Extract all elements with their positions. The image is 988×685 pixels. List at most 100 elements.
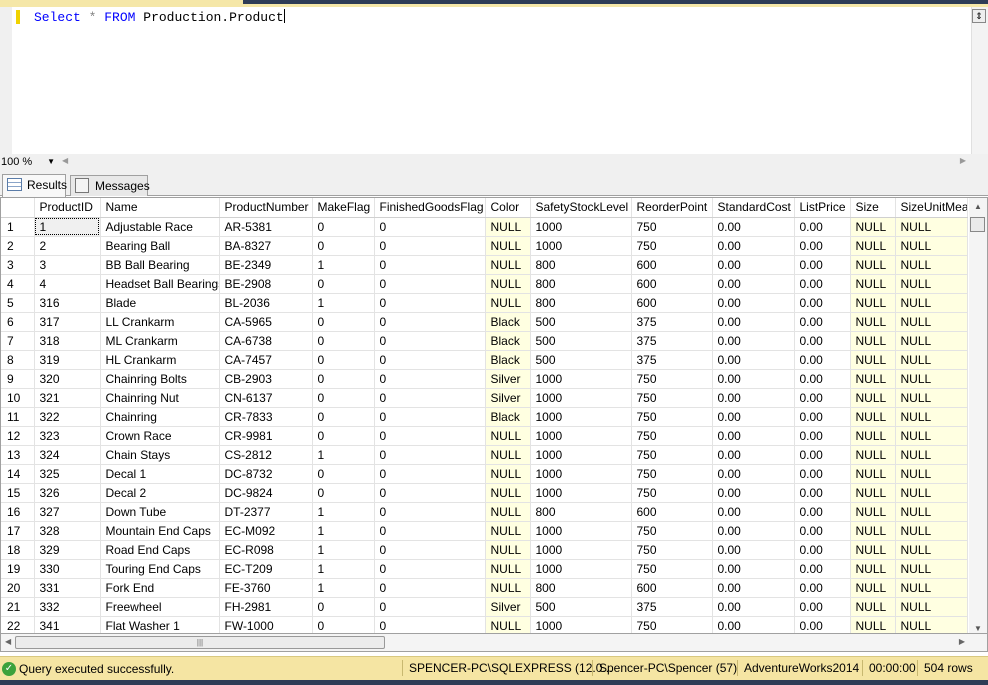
- cell-finishedgoodsflag[interactable]: 0: [374, 540, 486, 560]
- cell-finishedgoodsflag[interactable]: 0: [374, 578, 486, 598]
- cell-finishedgoodsflag[interactable]: 0: [374, 616, 486, 633]
- cell-name[interactable]: Bearing Ball: [100, 236, 220, 256]
- column-header[interactable]: SizeUnitMeasu: [895, 198, 968, 218]
- cell-productid[interactable]: 328: [34, 521, 101, 541]
- cell-color[interactable]: Black: [485, 350, 531, 370]
- column-header[interactable]: ProductNumber: [219, 198, 313, 218]
- cell-safetystocklevel[interactable]: 1000: [530, 540, 632, 560]
- cell-finishedgoodsflag[interactable]: 0: [374, 350, 486, 370]
- cell-sizeunitmeasu[interactable]: NULL: [895, 369, 968, 389]
- cell-productid[interactable]: 3: [34, 255, 101, 275]
- cell-productnumber[interactable]: EC-M092: [219, 521, 313, 541]
- row-number[interactable]: 21: [1, 597, 35, 617]
- cell-productid[interactable]: 320: [34, 369, 101, 389]
- row-number[interactable]: 3: [1, 255, 35, 275]
- cell-productid[interactable]: 319: [34, 350, 101, 370]
- cell-makeflag[interactable]: 0: [312, 350, 375, 370]
- cell-safetystocklevel[interactable]: 1000: [530, 445, 632, 465]
- cell-size[interactable]: NULL: [850, 426, 896, 446]
- cell-reorderpoint[interactable]: 750: [631, 426, 713, 446]
- cell-productid[interactable]: 323: [34, 426, 101, 446]
- cell-size[interactable]: NULL: [850, 255, 896, 275]
- cell-safetystocklevel[interactable]: 1000: [530, 483, 632, 503]
- row-number[interactable]: 13: [1, 445, 35, 465]
- cell-standardcost[interactable]: 0.00: [712, 350, 795, 370]
- cell-standardcost[interactable]: 0.00: [712, 388, 795, 408]
- cell-safetystocklevel[interactable]: 1000: [530, 559, 632, 579]
- cell-productnumber[interactable]: DC-9824: [219, 483, 313, 503]
- cell-safetystocklevel[interactable]: 1000: [530, 426, 632, 446]
- cell-productnumber[interactable]: EC-R098: [219, 540, 313, 560]
- cell-size[interactable]: NULL: [850, 483, 896, 503]
- cell-color[interactable]: NULL: [485, 616, 531, 633]
- cell-color[interactable]: NULL: [485, 540, 531, 560]
- cell-listprice[interactable]: 0.00: [794, 502, 851, 522]
- scroll-left-icon[interactable]: ◀: [5, 637, 11, 646]
- cell-standardcost[interactable]: 0.00: [712, 236, 795, 256]
- cell-size[interactable]: NULL: [850, 597, 896, 617]
- cell-name[interactable]: BB Ball Bearing: [100, 255, 220, 275]
- row-number[interactable]: 18: [1, 540, 35, 560]
- cell-productnumber[interactable]: EC-T209: [219, 559, 313, 579]
- cell-reorderpoint[interactable]: 750: [631, 483, 713, 503]
- cell-size[interactable]: NULL: [850, 293, 896, 313]
- cell-makeflag[interactable]: 0: [312, 407, 375, 427]
- cell-makeflag[interactable]: 0: [312, 331, 375, 351]
- cell-listprice[interactable]: 0.00: [794, 597, 851, 617]
- cell-safetystocklevel[interactable]: 1000: [530, 217, 632, 237]
- cell-name[interactable]: HL Crankarm: [100, 350, 220, 370]
- cell-finishedgoodsflag[interactable]: 0: [374, 293, 486, 313]
- cell-reorderpoint[interactable]: 600: [631, 255, 713, 275]
- cell-size[interactable]: NULL: [850, 445, 896, 465]
- cell-finishedgoodsflag[interactable]: 0: [374, 255, 486, 275]
- cell-standardcost[interactable]: 0.00: [712, 502, 795, 522]
- cell-reorderpoint[interactable]: 750: [631, 464, 713, 484]
- cell-listprice[interactable]: 0.00: [794, 483, 851, 503]
- column-header[interactable]: ProductID: [34, 198, 101, 218]
- query-editor[interactable]: Select * FROM Production.Product ⇕: [0, 7, 988, 154]
- cell-productnumber[interactable]: CA-6738: [219, 331, 313, 351]
- cell-finishedgoodsflag[interactable]: 0: [374, 312, 486, 332]
- cell-productnumber[interactable]: CR-7833: [219, 407, 313, 427]
- cell-makeflag[interactable]: 0: [312, 312, 375, 332]
- cell-productnumber[interactable]: CA-5965: [219, 312, 313, 332]
- column-header[interactable]: MakeFlag: [312, 198, 375, 218]
- cell-name[interactable]: Decal 2: [100, 483, 220, 503]
- cell-safetystocklevel[interactable]: 1000: [530, 464, 632, 484]
- cell-name[interactable]: Decal 1: [100, 464, 220, 484]
- column-header[interactable]: SafetyStockLevel: [530, 198, 632, 218]
- cell-sizeunitmeasu[interactable]: NULL: [895, 483, 968, 503]
- cell-name[interactable]: Chain Stays: [100, 445, 220, 465]
- cell-name[interactable]: LL Crankarm: [100, 312, 220, 332]
- cell-productnumber[interactable]: FW-1000: [219, 616, 313, 633]
- cell-color[interactable]: NULL: [485, 274, 531, 294]
- cell-standardcost[interactable]: 0.00: [712, 274, 795, 294]
- row-number[interactable]: 17: [1, 521, 35, 541]
- cell-listprice[interactable]: 0.00: [794, 274, 851, 294]
- results-grid[interactable]: ProductID Name ProductNumber MakeFlag Finish…: [0, 197, 988, 634]
- cell-reorderpoint[interactable]: 600: [631, 502, 713, 522]
- cell-listprice[interactable]: 0.00: [794, 426, 851, 446]
- cell-size[interactable]: NULL: [850, 464, 896, 484]
- cell-size[interactable]: NULL: [850, 274, 896, 294]
- cell-reorderpoint[interactable]: 750: [631, 236, 713, 256]
- cell-finishedgoodsflag[interactable]: 0: [374, 331, 486, 351]
- cell-size[interactable]: NULL: [850, 407, 896, 427]
- row-number[interactable]: 6: [1, 312, 35, 332]
- row-number[interactable]: 15: [1, 483, 35, 503]
- cell-standardcost[interactable]: 0.00: [712, 483, 795, 503]
- cell-size[interactable]: NULL: [850, 331, 896, 351]
- cell-name[interactable]: Chainring: [100, 407, 220, 427]
- row-number[interactable]: 22: [1, 616, 35, 633]
- cell-standardcost[interactable]: 0.00: [712, 597, 795, 617]
- cell-finishedgoodsflag[interactable]: 0: [374, 236, 486, 256]
- cell-productid[interactable]: 1: [34, 217, 101, 237]
- cell-standardcost[interactable]: 0.00: [712, 464, 795, 484]
- cell-name[interactable]: Freewheel: [100, 597, 220, 617]
- cell-standardcost[interactable]: 0.00: [712, 616, 795, 633]
- cell-productid[interactable]: 318: [34, 331, 101, 351]
- cell-productnumber[interactable]: BA-8327: [219, 236, 313, 256]
- cell-productid[interactable]: 317: [34, 312, 101, 332]
- cell-reorderpoint[interactable]: 600: [631, 274, 713, 294]
- cell-reorderpoint[interactable]: 750: [631, 407, 713, 427]
